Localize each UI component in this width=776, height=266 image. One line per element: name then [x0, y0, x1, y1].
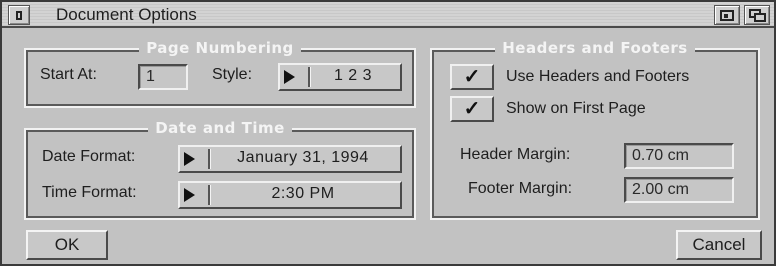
page-numbering-title: Page Numbering: [139, 39, 301, 57]
time-format-cycle-button[interactable]: 2:30 PM: [178, 181, 402, 209]
header-margin-label: Header Margin:: [460, 146, 571, 163]
title-bar[interactable]: Document Options: [2, 2, 774, 28]
use-headers-label: Use Headers and Footers: [506, 68, 690, 85]
cycle-arrow-icon: [184, 152, 195, 166]
cycle-arrow-icon: [184, 188, 195, 202]
page-numbering-group: Page Numbering Start At: 1 Style: 1 2 3: [24, 39, 416, 108]
style-label: Style:: [212, 66, 253, 83]
date-format-label: Date Format:: [42, 148, 136, 165]
date-time-group: Date and Time Date Format: January 31, 1…: [24, 119, 416, 220]
cycle-arrow-icon: [284, 70, 295, 84]
zoom-icon[interactable]: [744, 5, 770, 25]
headers-footers-group: Headers and Footers ✓ Use Headers and Fo…: [430, 39, 760, 220]
document-options-window: Document Options Page Numbering Start At…: [0, 0, 776, 266]
start-at-label: Start At:: [40, 66, 97, 83]
date-time-title: Date and Time: [148, 119, 292, 137]
show-first-page-label: Show on First Page: [506, 100, 646, 117]
start-at-field[interactable]: 1: [138, 64, 188, 90]
depth-arrange-icon[interactable]: [714, 5, 740, 25]
style-value: 1 2 3: [333, 67, 373, 84]
headers-footers-title: Headers and Footers: [495, 39, 695, 57]
time-format-label: Time Format:: [42, 184, 137, 201]
style-cycle-button[interactable]: 1 2 3: [278, 63, 402, 91]
date-format-value: January 31, 1994: [237, 149, 369, 166]
close-box-icon[interactable]: [8, 5, 30, 25]
header-margin-field[interactable]: 0.70 cm: [624, 143, 734, 169]
date-format-cycle-button[interactable]: January 31, 1994: [178, 145, 402, 173]
footer-margin-label: Footer Margin:: [468, 180, 573, 197]
cancel-button[interactable]: Cancel: [676, 230, 762, 260]
ok-button[interactable]: OK: [26, 230, 108, 260]
time-format-value: 2:30 PM: [271, 185, 335, 202]
show-first-page-checkbox[interactable]: ✓: [450, 96, 494, 122]
footer-margin-field[interactable]: 2.00 cm: [624, 177, 734, 203]
use-headers-checkbox[interactable]: ✓: [450, 64, 494, 90]
window-title: Document Options: [56, 5, 197, 24]
